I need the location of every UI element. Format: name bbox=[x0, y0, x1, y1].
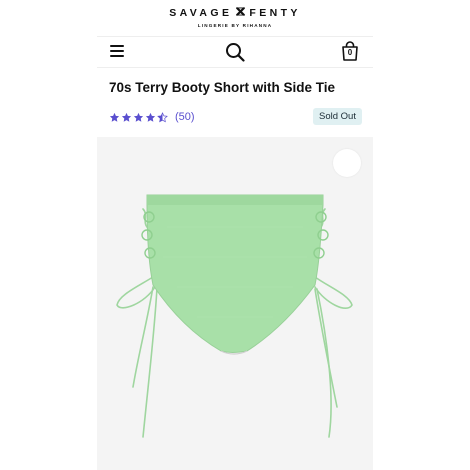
product-image[interactable] bbox=[97, 137, 373, 470]
brand-x-icon bbox=[236, 7, 246, 19]
brand-tagline: LINGERIE BY RIHANNA bbox=[197, 23, 273, 28]
hamburger-menu-icon[interactable] bbox=[110, 45, 124, 57]
nav-bar: 0 bbox=[97, 36, 373, 68]
search-icon[interactable] bbox=[225, 42, 245, 62]
star-icon bbox=[109, 112, 120, 122]
review-count[interactable]: (50) bbox=[175, 111, 195, 123]
rating[interactable]: (50) bbox=[109, 110, 195, 124]
brand-name-left: SAVAGE bbox=[169, 7, 233, 19]
star-icon bbox=[145, 112, 156, 122]
brand-logo[interactable]: SAVAGE FENTY bbox=[97, 7, 373, 19]
brand-name-right: FENTY bbox=[249, 7, 301, 19]
page: SAVAGE FENTY LINGERIE BY RIHANNA 0 70s T… bbox=[97, 0, 373, 470]
star-icon bbox=[121, 112, 132, 122]
shopping-bag-icon[interactable]: 0 bbox=[341, 41, 359, 61]
product-photo bbox=[116, 194, 353, 438]
cart-count: 0 bbox=[347, 48, 353, 57]
favorite-button[interactable] bbox=[333, 149, 361, 177]
star-half-icon bbox=[157, 111, 168, 122]
product-title: 70s Terry Booty Short with Side Tie bbox=[109, 80, 336, 95]
status-badge: Sold Out bbox=[313, 108, 362, 125]
star-icon bbox=[133, 112, 144, 122]
